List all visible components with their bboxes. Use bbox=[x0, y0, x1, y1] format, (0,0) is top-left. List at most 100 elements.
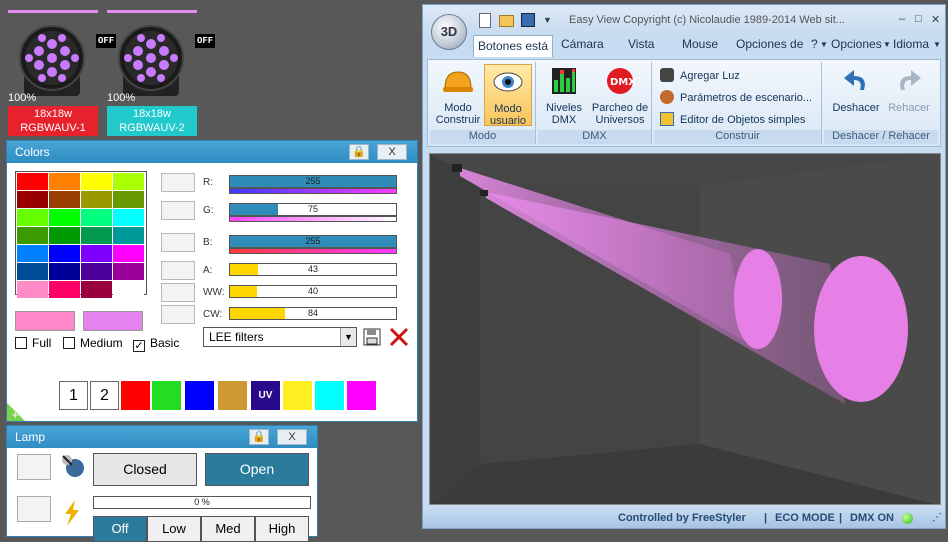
palette-swatch[interactable] bbox=[17, 281, 48, 298]
parcheo-universos-button[interactable]: DMX Parcheo de Universos bbox=[590, 64, 650, 126]
palette-swatch[interactable] bbox=[49, 263, 80, 280]
delete-icon[interactable] bbox=[389, 327, 409, 347]
palette-swatch[interactable] bbox=[113, 245, 144, 262]
palette-swatch[interactable] bbox=[113, 263, 144, 280]
channel-preset-button[interactable] bbox=[161, 261, 195, 280]
preset-color-button[interactable] bbox=[121, 381, 150, 410]
closed-button[interactable]: Closed bbox=[93, 453, 197, 486]
channel-preset-button[interactable] bbox=[161, 233, 195, 252]
lamp-mode-med[interactable]: Med bbox=[201, 516, 255, 542]
undo-button[interactable]: Deshacer bbox=[828, 64, 884, 126]
preset-uv-button[interactable]: UV bbox=[251, 381, 280, 410]
redo-button[interactable]: Rehacer bbox=[882, 64, 936, 126]
save-icon[interactable] bbox=[521, 13, 535, 27]
tab-help-arrow[interactable]: ▼ bbox=[820, 40, 828, 49]
palette-swatch[interactable] bbox=[49, 173, 80, 190]
checkbox[interactable] bbox=[63, 337, 75, 349]
tab-vista[interactable]: Vista bbox=[628, 37, 654, 51]
preset-number-button[interactable]: 2 bbox=[90, 381, 119, 410]
modo-construir-button[interactable]: Modo Construir bbox=[434, 64, 482, 126]
palette-swatch[interactable] bbox=[113, 281, 144, 298]
preset-color-button[interactable] bbox=[283, 381, 312, 410]
palette-medium-option[interactable]: Medium bbox=[63, 336, 123, 350]
dimmer-slider[interactable]: 0 % bbox=[93, 496, 311, 509]
tab-opciones[interactable]: Opciones bbox=[831, 37, 882, 51]
palette-swatch[interactable] bbox=[17, 173, 48, 190]
open-button[interactable]: Open bbox=[205, 453, 309, 486]
tab-idioma-arrow[interactable]: ▼ bbox=[933, 40, 941, 49]
channel-preset-button[interactable] bbox=[161, 305, 195, 324]
channel-slider[interactable]: 255 bbox=[229, 235, 397, 248]
previous-color-swatch[interactable] bbox=[83, 311, 143, 331]
palette-swatch[interactable] bbox=[81, 245, 112, 262]
minimize-button[interactable]: – bbox=[899, 13, 905, 25]
palette-swatch[interactable] bbox=[113, 173, 144, 190]
palette-swatch[interactable] bbox=[17, 245, 48, 262]
colors-panel-titlebar[interactable]: Colors 🔒 X bbox=[7, 141, 417, 163]
palette-swatch[interactable] bbox=[17, 263, 48, 280]
open-folder-icon[interactable] bbox=[499, 15, 514, 27]
tab-help[interactable]: ? bbox=[811, 37, 818, 51]
close-button[interactable]: X bbox=[377, 144, 407, 160]
tab-opciones-de[interactable]: Opciones de bbox=[736, 37, 803, 51]
channel-slider[interactable]: 84 bbox=[229, 307, 397, 320]
qat-dropdown-icon[interactable]: ▼ bbox=[543, 15, 552, 25]
channel-slider[interactable]: 75 bbox=[229, 203, 397, 216]
palette-swatch[interactable] bbox=[17, 191, 48, 208]
palette-swatch[interactable] bbox=[81, 263, 112, 280]
channel-preset-button[interactable] bbox=[161, 283, 195, 302]
add-corner-icon[interactable]: + bbox=[7, 399, 29, 421]
palette-swatch[interactable] bbox=[81, 191, 112, 208]
modo-usuario-button[interactable]: Modo usuario bbox=[484, 64, 532, 127]
close-button[interactable]: X bbox=[277, 429, 307, 445]
palette-full-option[interactable]: Full bbox=[15, 336, 51, 350]
palette-swatch[interactable] bbox=[113, 209, 144, 226]
tab-idioma[interactable]: Idioma bbox=[893, 37, 929, 51]
palette-swatch[interactable] bbox=[81, 227, 112, 244]
palette-swatch[interactable] bbox=[49, 245, 80, 262]
preset-color-button[interactable] bbox=[185, 381, 214, 410]
chevron-down-icon[interactable]: ▼ bbox=[340, 328, 356, 346]
filter-select[interactable]: LEE filters ▼ bbox=[203, 327, 357, 347]
palette-basic-option[interactable]: ✓ Basic bbox=[133, 336, 179, 352]
lamp-panel-titlebar[interactable]: Lamp 🔒 X bbox=[7, 426, 317, 448]
checkbox[interactable] bbox=[15, 337, 27, 349]
preset-color-button[interactable] bbox=[347, 381, 376, 410]
lamp-mode-low[interactable]: Low bbox=[147, 516, 201, 542]
new-file-icon[interactable] bbox=[479, 13, 491, 28]
preset-color-button[interactable] bbox=[218, 381, 247, 410]
channel-preset-button[interactable] bbox=[161, 173, 195, 192]
palette-swatch[interactable] bbox=[81, 209, 112, 226]
preset-color-button[interactable] bbox=[152, 381, 181, 410]
tab-camara[interactable]: Cámara bbox=[561, 37, 604, 51]
palette-swatch[interactable] bbox=[81, 173, 112, 190]
app-orb-button[interactable]: 3D bbox=[431, 14, 467, 50]
niveles-dmx-button[interactable]: Niveles DMX bbox=[540, 64, 588, 126]
lock-icon[interactable]: 🔒 bbox=[349, 144, 369, 160]
shutter-swatch[interactable] bbox=[17, 454, 51, 480]
palette-swatch[interactable] bbox=[49, 281, 80, 298]
scene-params-button[interactable]: Parámetros de escenario... bbox=[660, 90, 812, 104]
palette-swatch[interactable] bbox=[17, 209, 48, 226]
preset-number-button[interactable]: 1 bbox=[59, 381, 88, 410]
maximize-button[interactable]: □ bbox=[915, 13, 922, 25]
preset-color-button[interactable] bbox=[315, 381, 344, 410]
dimmer-swatch[interactable] bbox=[17, 496, 51, 522]
palette-swatch[interactable] bbox=[49, 191, 80, 208]
palette-swatch[interactable] bbox=[113, 227, 144, 244]
channel-slider[interactable]: 43 bbox=[229, 263, 397, 276]
palette-swatch[interactable] bbox=[113, 191, 144, 208]
close-button[interactable]: ✕ bbox=[931, 13, 940, 26]
palette-swatch[interactable] bbox=[81, 281, 112, 298]
tab-mouse[interactable]: Mouse bbox=[682, 37, 718, 51]
checkbox-checked[interactable]: ✓ bbox=[133, 340, 145, 352]
palette-swatch[interactable] bbox=[17, 227, 48, 244]
object-editor-button[interactable]: Editor de Objetos simples bbox=[660, 112, 805, 126]
resize-grip-icon[interactable]: ⋰ bbox=[932, 512, 942, 523]
channel-preset-button[interactable] bbox=[161, 201, 195, 220]
lamp-mode-off[interactable]: Off bbox=[93, 516, 147, 542]
palette-swatch[interactable] bbox=[49, 209, 80, 226]
lamp-mode-high[interactable]: High bbox=[255, 516, 309, 542]
current-color-swatch[interactable] bbox=[15, 311, 75, 331]
agregar-luz-button[interactable]: Agregar Luz bbox=[660, 68, 740, 82]
